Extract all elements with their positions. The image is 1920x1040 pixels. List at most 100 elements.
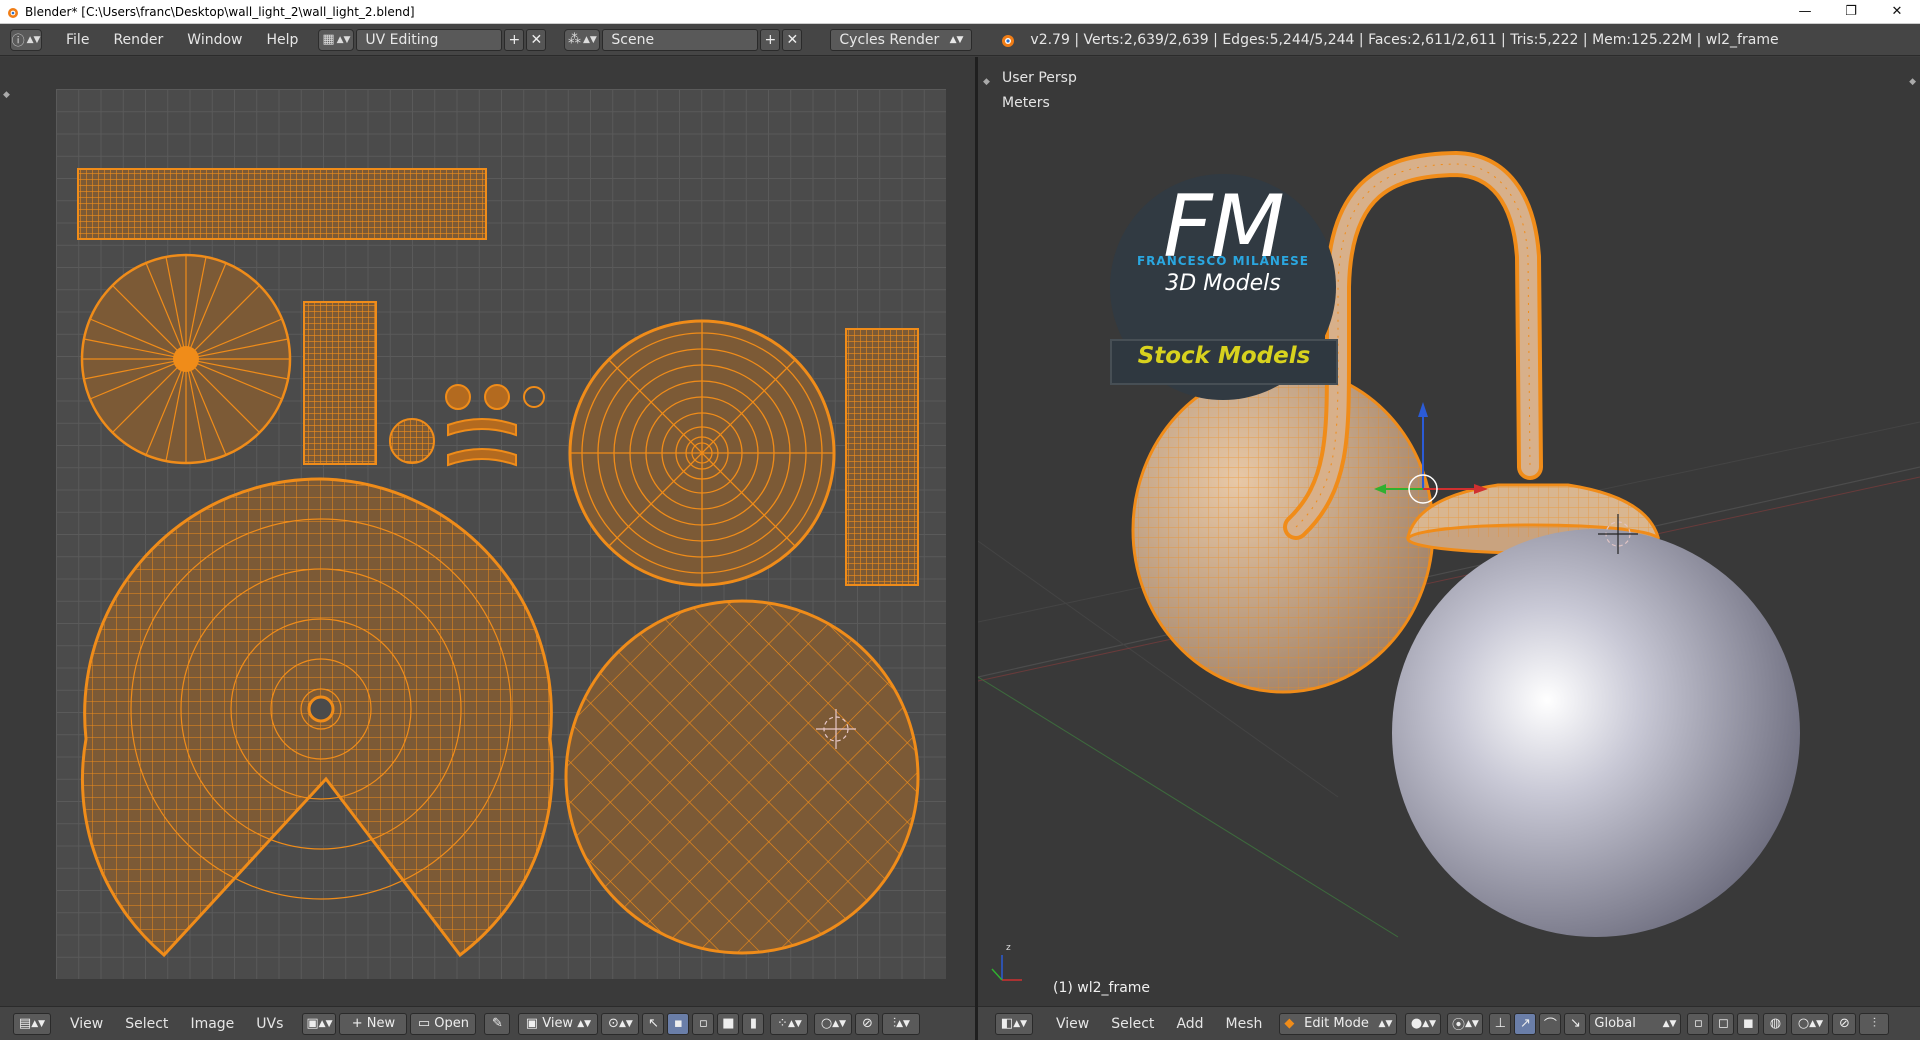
open-image-button[interactable]: ▭ Open (410, 1012, 477, 1035)
snap-toggle-icon[interactable]: ⊘ (1832, 1012, 1857, 1035)
3d-menu-mesh[interactable]: Mesh (1215, 1013, 1274, 1035)
plus-icon: + (351, 1016, 363, 1031)
3d-menu-select[interactable]: Select (1100, 1013, 1165, 1035)
uv-editor-header: ▤ ▲▼ View Select Image UVs ▣ ▲▼ + New ▭ Op… (0, 1006, 975, 1040)
image-editor-icon: ▤ (18, 1016, 32, 1031)
scene-name-field[interactable]: Scene (602, 28, 759, 51)
scene-selector-button[interactable]: ⁂ ▲▼ (564, 28, 601, 51)
pivot-icon[interactable]: ⊙ ▲▼ (601, 1012, 640, 1035)
manipulator-toggle-icon[interactable]: ⊥ (1489, 1012, 1512, 1035)
new-image-button[interactable]: + New (339, 1012, 408, 1035)
island-select-icon[interactable]: ▮ (742, 1012, 765, 1035)
uv-island-fan[interactable] (80, 477, 554, 958)
folder-icon: ▭ (417, 1016, 431, 1031)
translate-manipulator-icon[interactable]: ↗ (1514, 1012, 1537, 1035)
edge-select-icon[interactable]: ▫ (692, 1012, 715, 1035)
layout-selector-button[interactable]: ▦ ▲▼ (318, 28, 355, 51)
editor-type-info-button[interactable]: ⓘ ▲▼ (10, 28, 42, 51)
screen-layout-icon: ▦ (322, 32, 335, 47)
orientation-label: Global (1594, 1016, 1636, 1031)
logo-name: FRANCESCO MILANESE (1136, 254, 1310, 268)
edge-select-mode-icon[interactable]: ◻ (1712, 1012, 1735, 1035)
snap-target-icon[interactable]: ⫶ (1859, 1012, 1890, 1035)
proportional-editing-icon[interactable]: ○ ▲▼ (1791, 1012, 1830, 1035)
edit-mode-icon: ◆ (1284, 1016, 1295, 1031)
scene-icon: ⁂ (567, 32, 581, 47)
new-image-label: New (366, 1016, 396, 1031)
cube-icon: ◧ (1000, 1016, 1014, 1031)
logo-banner: Stock Models (1137, 343, 1311, 369)
restore-button[interactable]: ❐ (1828, 0, 1874, 24)
image-view-select[interactable]: ▣ View ▲▼ (518, 1012, 599, 1035)
uv-canvas[interactable] (56, 89, 946, 979)
uv-island-disc-diagonal[interactable] (564, 599, 920, 955)
open-image-label: Open (434, 1016, 469, 1031)
3d-viewport[interactable]: ◆ ◆ User Persp Meters FM FRANCESCO MILAN… (978, 57, 1920, 1006)
info-header: ⓘ ▲▼ File Render Window Help ▦ ▲▼ UV Editi… (0, 24, 1920, 56)
uv-island-disc-left[interactable] (80, 253, 292, 465)
lamp-glass-globe[interactable] (1392, 529, 1800, 937)
3d-menu-view[interactable]: View (1045, 1013, 1100, 1035)
blender-logo-icon (8, 7, 18, 18)
face-select-icon[interactable]: ■ (717, 1012, 740, 1035)
editor-type-uv-button[interactable]: ▤ ▲▼ (13, 1012, 51, 1035)
scale-manipulator-icon[interactable]: ↘ (1564, 1012, 1587, 1035)
blender-logo-icon (1002, 34, 1015, 47)
mode-select[interactable]: ◆ Edit Mode ▲▼ (1279, 1012, 1398, 1035)
snap-element-icon[interactable]: ⫶ ▲▼ (882, 1012, 921, 1035)
pivot-point-icon[interactable]: ⦿ ▲▼ (1447, 1012, 1484, 1035)
viewport-shading-icon[interactable]: ● ▲▼ (1405, 1012, 1442, 1035)
rotate-manipulator-icon[interactable]: ⌒ (1539, 1012, 1562, 1035)
image-browse-icon: ▣ (306, 1016, 319, 1031)
add-layout-icon[interactable]: + (504, 28, 525, 51)
remove-scene-icon[interactable]: ✕ (782, 28, 803, 51)
sync-selection-icon[interactable]: ↖ (642, 1012, 665, 1035)
menu-window[interactable]: Window (175, 29, 254, 51)
remove-layout-icon[interactable]: ✕ (526, 28, 547, 51)
pin-icon[interactable]: ✎ (484, 1012, 511, 1035)
scene-statistics: v2.79 | Verts:2,639/2,639 | Edges:5,244/… (1030, 31, 1779, 48)
image-browse-button[interactable]: ▣ ▲▼ (302, 1012, 337, 1035)
menu-render[interactable]: Render (101, 29, 175, 51)
logo-tagline: 3D Models (1165, 271, 1281, 296)
proportional-edit-icon[interactable]: ○ ▲▼ (814, 1012, 853, 1035)
uv-island-strip-small[interactable] (303, 301, 377, 465)
uv-image-editor[interactable]: ◆ (0, 57, 975, 1006)
axis-orientation-icon (991, 955, 1022, 981)
uv-menu-select[interactable]: Select (114, 1013, 179, 1035)
active-object-label: (1) wl2_frame (1053, 980, 1151, 996)
region-toggle-icon[interactable]: ◆ (3, 90, 10, 100)
menu-help[interactable]: Help (254, 29, 310, 51)
uv-island-strip-top[interactable] (77, 168, 487, 240)
limit-selection-icon[interactable]: ◍ (1763, 1012, 1788, 1035)
uv-menu-view[interactable]: View (59, 1013, 114, 1035)
minimize-button[interactable]: — (1782, 0, 1828, 24)
close-button[interactable]: ✕ (1874, 0, 1920, 24)
add-scene-icon[interactable]: + (760, 28, 781, 51)
sticky-select-icon[interactable]: ⁘ ▲▼ (770, 1012, 809, 1035)
render-engine-select[interactable]: Cycles Render ▲▼ (830, 28, 973, 51)
face-select-mode-icon[interactable]: ◼ (1737, 1012, 1760, 1035)
editor-type-3d-button[interactable]: ◧ ▲▼ (995, 1012, 1033, 1035)
axis-z-label: z (1006, 943, 1011, 953)
layout-name-field[interactable]: UV Editing (356, 28, 503, 51)
view-mode-icon: ▣ (525, 1016, 539, 1031)
uv-island-small-parts[interactable] (389, 384, 545, 467)
uv-island-disc-right[interactable] (568, 319, 836, 587)
3d-menu-add[interactable]: Add (1165, 1013, 1214, 1035)
uv-islands[interactable] (56, 89, 946, 979)
3d-view-header: ◧ ▲▼ View Select Add Mesh ◆ Edit Mode ▲▼ ● ▲… (978, 1006, 1920, 1040)
uv-menu-uvs[interactable]: UVs (245, 1013, 294, 1035)
window-titlebar: Blender* [C:\Users\franc\Desktop\wall_li… (0, 0, 1920, 24)
lamp-wall-plate[interactable] (1131, 366, 1435, 694)
vertex-select-icon[interactable]: ▪ (667, 1012, 690, 1035)
uv-menu-image[interactable]: Image (179, 1013, 245, 1035)
uv-island-strip-right[interactable] (845, 328, 919, 586)
menu-file[interactable]: File (54, 29, 101, 51)
image-view-label: View (542, 1016, 574, 1031)
info-icon: ⓘ (11, 34, 25, 49)
vertex-select-mode-icon[interactable]: ▫ (1687, 1012, 1710, 1035)
window-title: Blender* [C:\Users\franc\Desktop\wall_li… (25, 4, 415, 19)
snap-icon[interactable]: ⊘ (855, 1012, 880, 1035)
transform-orientation-select[interactable]: Global ▲▼ (1589, 1012, 1682, 1035)
